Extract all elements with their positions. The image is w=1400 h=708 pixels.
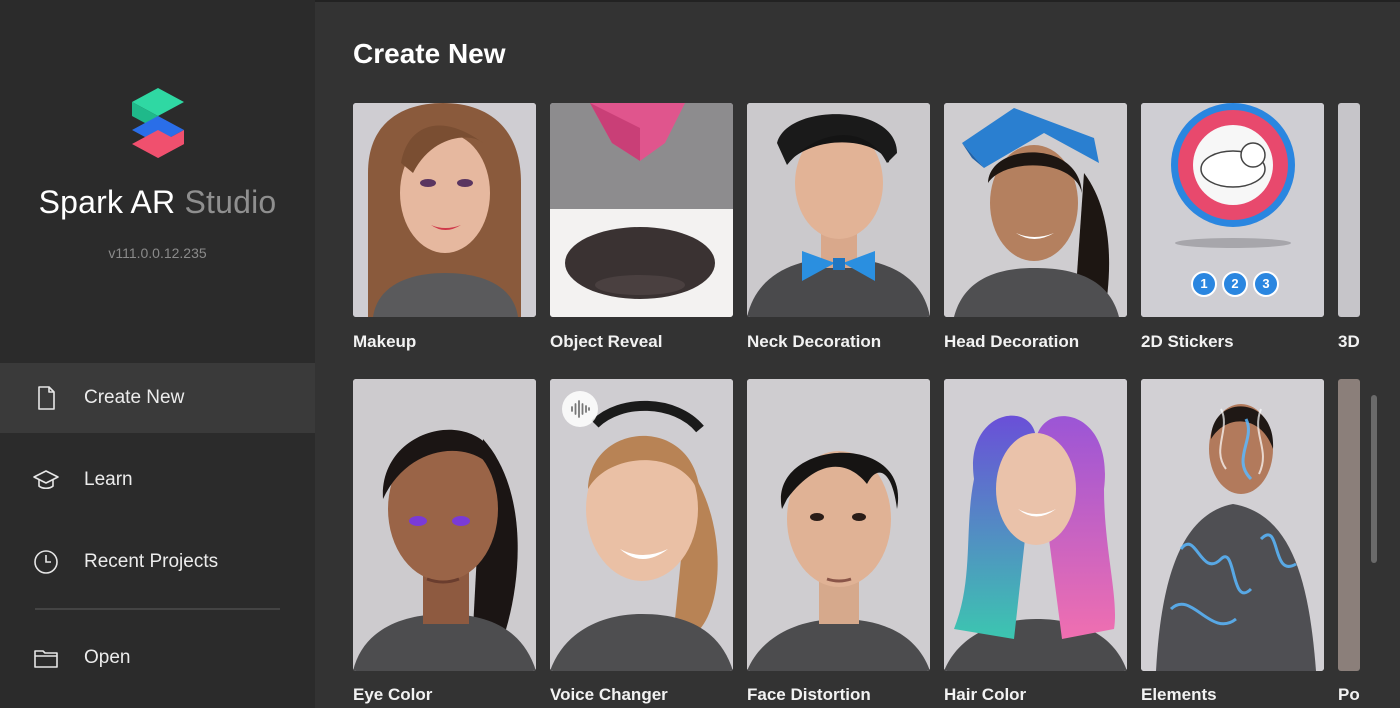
template-thumbnail — [550, 379, 733, 671]
template-thumbnail: 1 2 3 — [1141, 103, 1324, 317]
template-label: Hair Color — [944, 685, 1027, 704]
template-thumbnail — [747, 379, 930, 671]
head-decoration-preview-image — [944, 103, 1127, 317]
face-distortion-preview-image — [747, 379, 930, 671]
template-thumbnail — [1338, 103, 1360, 317]
neck-decoration-preview-image — [747, 103, 930, 317]
spark-ar-logo-icon — [132, 88, 184, 158]
folder-icon — [34, 650, 58, 668]
app-title: Spark AR Studio — [0, 184, 315, 221]
vertical-scrollbar-thumb[interactable] — [1371, 395, 1377, 563]
template-thumbnail — [747, 103, 930, 317]
template-thumbnail — [944, 379, 1127, 671]
template-label: Object Reveal — [550, 332, 663, 351]
object-reveal-preview-image — [550, 103, 733, 317]
document-icon — [38, 386, 55, 410]
sidebar-item-create-new[interactable]: Create New — [0, 363, 315, 433]
template-thumbnail — [353, 103, 536, 317]
template-label: Elements — [1141, 685, 1217, 704]
eye-color-preview-image — [353, 379, 536, 671]
template-label: Po — [1338, 685, 1360, 704]
makeup-preview-image — [353, 103, 536, 317]
elements-preview-image — [1141, 379, 1324, 671]
sidebar-divider — [35, 608, 280, 610]
sidebar-item-recent-projects[interactable]: Recent Projects — [0, 527, 315, 597]
audio-waveform-icon — [562, 391, 598, 427]
sidebar-item-open[interactable]: Open — [0, 623, 315, 693]
sidebar-item-label: Open — [84, 647, 131, 668]
template-thumbnail — [1338, 379, 1360, 671]
sticker-number-1: 1 — [1191, 271, 1217, 297]
page-title: Create New — [353, 38, 506, 69]
template-thumbnail — [1141, 379, 1324, 671]
clock-icon — [34, 550, 58, 574]
template-label: Eye Color — [353, 685, 433, 704]
sidebar-item-learn[interactable]: Learn — [0, 445, 315, 515]
template-label: Face Distortion — [747, 685, 871, 704]
sticker-number-2: 2 — [1222, 271, 1248, 297]
sidebar: Spark AR Studio v111.0.0.12.235 Create N… — [0, 0, 315, 708]
template-thumbnail — [353, 379, 536, 671]
template-label: Head Decoration — [944, 332, 1080, 351]
graduation-cap-icon — [33, 470, 59, 490]
app-name-primary: Spark AR — [38, 184, 176, 220]
hair-color-preview-image — [944, 379, 1127, 671]
sidebar-item-label: Learn — [84, 469, 133, 490]
sidebar-item-label: Recent Projects — [84, 551, 219, 572]
template-label: 3D — [1338, 332, 1360, 351]
template-label: 2D Stickers — [1141, 332, 1234, 351]
template-label: Makeup — [353, 332, 417, 351]
sidebar-item-label: Create New — [84, 387, 185, 408]
template-thumbnail — [944, 103, 1127, 317]
brand-panel: Spark AR Studio v111.0.0.12.235 — [0, 0, 315, 363]
template-label: Voice Changer — [550, 685, 668, 704]
app-name-secondary: Studio — [184, 184, 277, 220]
template-thumbnail — [550, 103, 733, 317]
template-label: Neck Decoration — [747, 332, 882, 351]
app-version: v111.0.0.12.235 — [108, 245, 207, 261]
main-panel: Create New Makeup Object Reveal Neck Dec… — [315, 0, 1400, 708]
sticker-number-3: 3 — [1253, 271, 1279, 297]
